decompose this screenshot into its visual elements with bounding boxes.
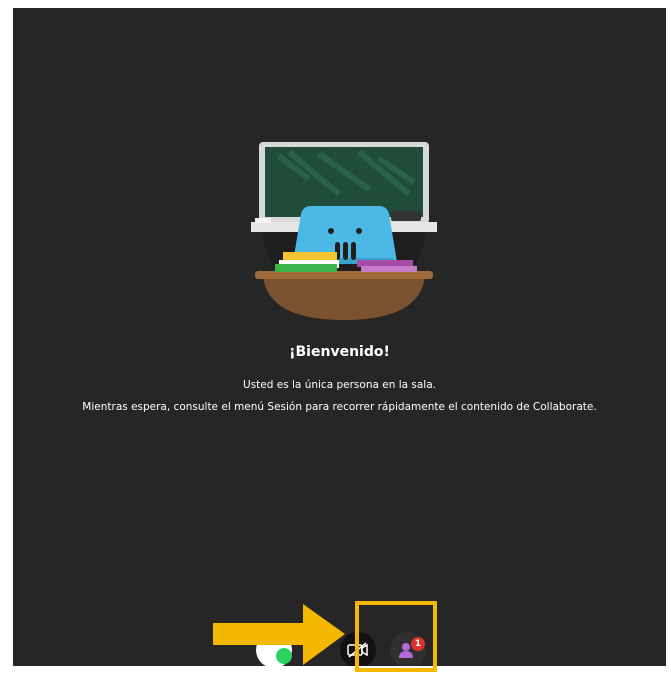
annotation-arrow-icon: [213, 604, 345, 665]
welcome-line-1: Usted es la única persona en la sala.: [243, 379, 436, 391]
session-stage: ¡Bienvenido! Usted es la única persona e…: [13, 8, 666, 666]
welcome-line-2: Mientras espera, consulte el menú Sesión…: [82, 401, 597, 413]
welcome-title: ¡Bienvenido!: [289, 344, 390, 360]
classroom-illustration: [251, 142, 437, 320]
annotation-highlight-box: [355, 601, 437, 672]
